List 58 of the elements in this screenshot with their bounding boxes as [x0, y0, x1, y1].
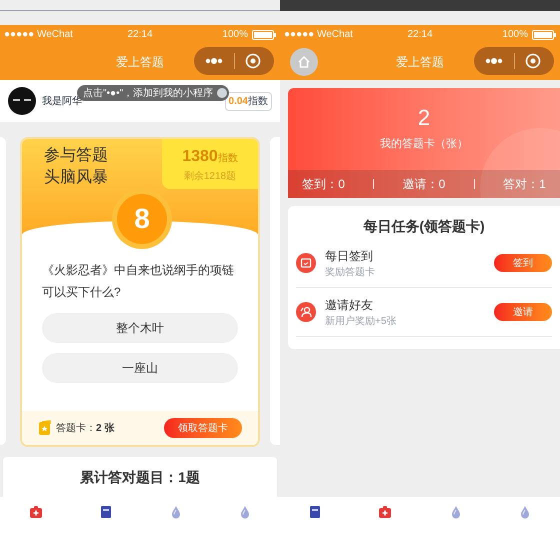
countdown-number: 8: [117, 194, 167, 244]
capsule-menu[interactable]: [194, 47, 274, 75]
avatar: [8, 87, 36, 115]
remaining-count: 剩余1218题: [184, 170, 236, 184]
task-description: 奖励答题卡: [325, 266, 375, 280]
claim-card-button[interactable]: 领取答题卡: [164, 418, 242, 438]
total-correct: 累计答对题目：1题: [80, 468, 200, 488]
nav-title: 爱上答题: [116, 54, 164, 71]
task-name: 每日签到: [325, 248, 374, 264]
answer-option[interactable]: 整个木叶: [42, 312, 238, 343]
card-stack-icon: [38, 420, 52, 436]
clock-time: 22:14: [407, 28, 433, 42]
task-button[interactable]: 邀请: [494, 303, 552, 321]
stat-value: 邀请：0: [402, 176, 446, 193]
task-name: 邀请好友: [325, 296, 374, 314]
drop-icon[interactable]: [519, 505, 532, 519]
battery-percent: 100%: [502, 28, 528, 42]
stat-value: 签到：0: [302, 176, 345, 193]
points-unit: 指数: [218, 152, 238, 166]
task-button[interactable]: 签到: [494, 254, 552, 272]
card-count: 2 张: [96, 422, 114, 436]
battery-percent: 100%: [222, 28, 248, 42]
capsule-menu[interactable]: [474, 47, 554, 75]
medkit-icon[interactable]: [28, 505, 43, 519]
close-target-icon[interactable]: [245, 53, 261, 69]
card-count-number: 2: [418, 106, 430, 130]
more-icon[interactable]: [204, 57, 224, 65]
carrier-label: ●●●●● WeChat: [4, 28, 74, 42]
card-subtitle: 头脑风暴: [44, 168, 108, 188]
nav-title: 爱上答题: [396, 54, 444, 71]
home-icon: [297, 55, 311, 69]
points-value: 1380: [182, 146, 218, 166]
battery-icon: [532, 30, 556, 40]
carrier-label: ●●●●● WeChat: [284, 28, 354, 42]
battery-icon: [252, 30, 276, 40]
card-count-label: 答题卡：: [56, 422, 96, 436]
score-value: 0.04: [228, 94, 248, 108]
score-unit: 指数: [248, 94, 268, 108]
tooltip-text: 点击"•●•"，添加到我的小程序: [83, 86, 214, 100]
clock-time: 22:14: [127, 28, 153, 42]
more-icon[interactable]: [484, 57, 504, 65]
stat-value: 答对：1: [503, 176, 546, 193]
drop-icon[interactable]: [239, 505, 252, 519]
task-description: 新用户奖励+5张: [325, 314, 396, 328]
user-name: 我是阿华: [42, 94, 82, 108]
task-title: 每日任务(领答题卡): [363, 217, 485, 236]
medkit-icon[interactable]: [378, 505, 392, 519]
answer-option[interactable]: 一座山: [42, 352, 238, 383]
calendar-icon: [296, 253, 316, 273]
card-count-label: 我的答题卡（张）: [380, 136, 468, 152]
close-target-icon[interactable]: [525, 53, 541, 69]
person-icon: [296, 302, 316, 322]
question-text: 《火影忍者》中自来也说纲手的项链可以买下什么?: [42, 262, 235, 301]
book-icon[interactable]: [100, 505, 112, 519]
card-title: 参与答题: [44, 146, 108, 166]
drop-icon[interactable]: [450, 505, 462, 519]
book-icon[interactable]: [308, 505, 321, 519]
drop-icon[interactable]: [170, 505, 182, 519]
